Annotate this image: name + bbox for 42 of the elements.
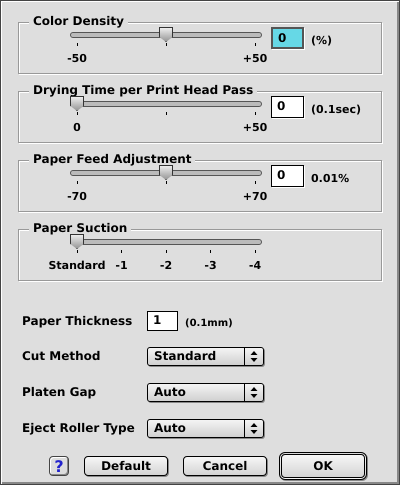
field-label: Cut Method (22, 349, 102, 363)
dialog-button[interactable]: Default (84, 456, 168, 476)
tick-label: -2 (160, 259, 172, 272)
group-title: Paper Suction (29, 221, 132, 235)
unit-label: (0.1sec) (311, 103, 362, 116)
dialog-button[interactable]: Cancel (183, 456, 267, 476)
group-title: Paper Feed Adjustment (29, 152, 196, 166)
dialog-button[interactable]: OK (279, 452, 367, 480)
tick-label: -70 (67, 190, 87, 203)
field-label: Eject Roller Type (22, 421, 136, 435)
tick-label: +70 (242, 190, 268, 203)
unit-label: 0.01% (311, 172, 350, 185)
dropdown[interactable]: Auto (147, 382, 264, 402)
tick-label: -3 (204, 259, 217, 272)
dropdown[interactable]: Auto (147, 418, 264, 438)
tick-label: +50 (242, 121, 268, 134)
slider[interactable] (70, 96, 262, 112)
help-button[interactable]: ? (49, 456, 69, 476)
group-title: Color Density (29, 14, 128, 28)
value-field[interactable]: 0 (271, 96, 304, 118)
group-title: Drying Time per Print Head Pass (29, 83, 258, 97)
tick-label: Standard (48, 259, 106, 272)
tick-label: -4 (248, 259, 262, 272)
slider[interactable] (70, 27, 262, 43)
tick-label: 0 (73, 121, 81, 134)
tick-label: -50 (67, 52, 87, 65)
slider-thumb[interactable] (70, 234, 84, 249)
tick-label: -1 (115, 259, 128, 272)
field-label: Platen Gap (22, 385, 98, 399)
slider[interactable] (70, 165, 262, 181)
value-field[interactable]: 1 (147, 311, 178, 331)
value-field[interactable]: 0 (271, 165, 304, 187)
slider[interactable] (70, 234, 262, 250)
slider-thumb[interactable] (70, 96, 84, 111)
tick-label: +50 (242, 52, 268, 65)
unit-label: (%) (311, 34, 332, 47)
field-label: Paper Thickness (22, 314, 134, 328)
slider-thumb[interactable] (159, 27, 173, 42)
value-field[interactable]: 0 (271, 27, 304, 49)
unit-label: (0.1mm) (185, 318, 233, 328)
dropdown[interactable]: Standard (147, 346, 264, 366)
slider-thumb[interactable] (159, 165, 173, 180)
